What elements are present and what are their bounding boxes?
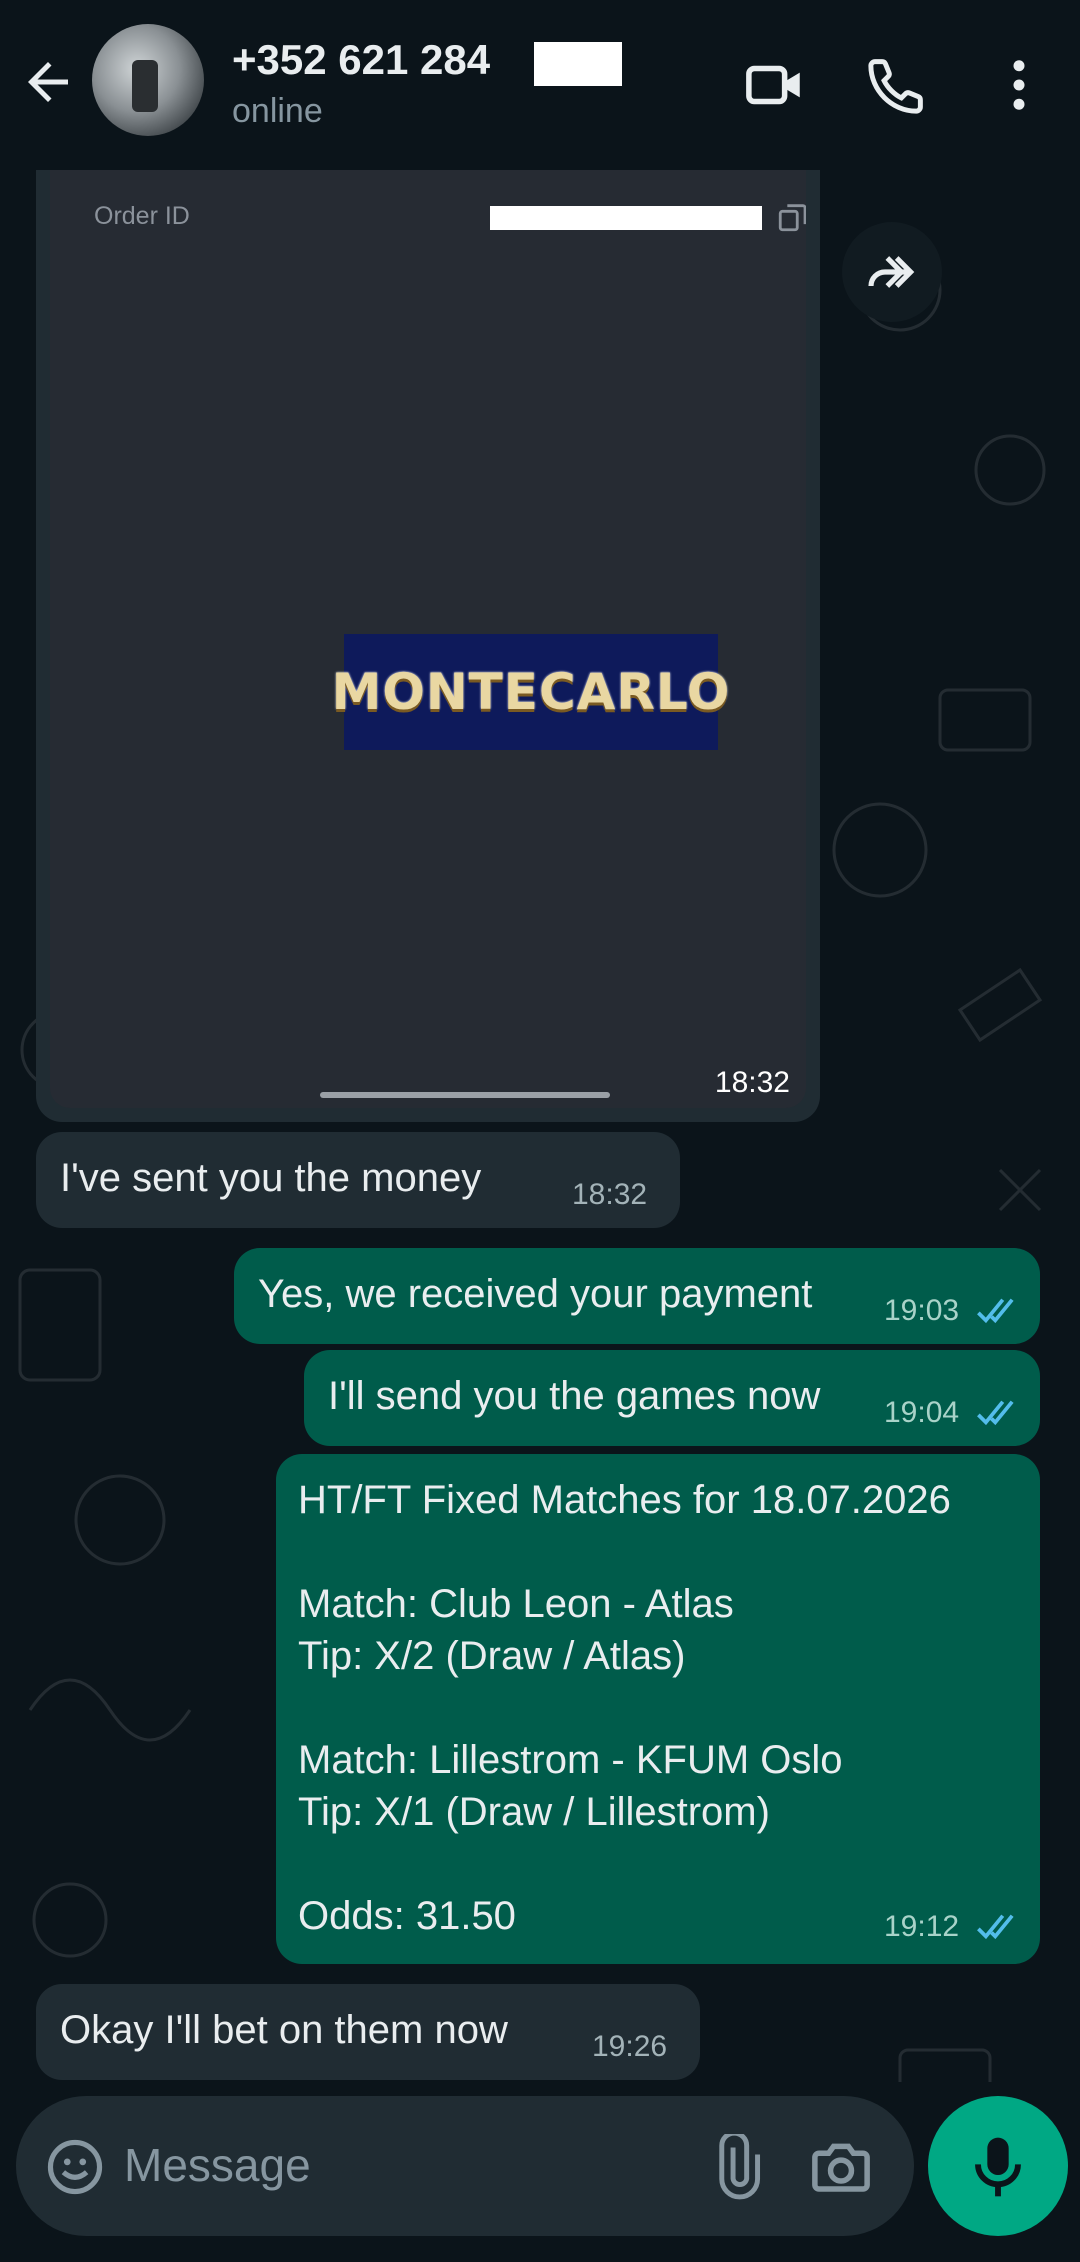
order-id-label: Order ID [94, 202, 190, 230]
forward-button[interactable] [842, 222, 942, 322]
double-check-icon [977, 1298, 1014, 1324]
incoming-message[interactable]: Okay I'll bet on them now 19:26 [36, 1984, 700, 2080]
text-line: Tip: X/1 (Draw / Lillestrom) [298, 1790, 770, 1834]
camera-icon[interactable] [808, 2134, 874, 2200]
montecarlo-logo: MONTECARLO [332, 634, 729, 750]
message-input-container[interactable]: Message [16, 2096, 914, 2236]
outgoing-message[interactable]: I'll send you the games now 19:04 [304, 1350, 1040, 1446]
text-line: Match: Club Leon - Atlas [298, 1582, 734, 1626]
text-line: Tip: X/2 (Draw / Atlas) [298, 1634, 686, 1678]
message-text: I've sent you the money [60, 1156, 482, 1200]
forward-icon [868, 256, 915, 288]
text-line: HT/FT Fixed Matches for 18.07.2026 [298, 1478, 951, 1522]
message-time: 19:26 [592, 2030, 668, 2063]
composer-bar: Message [0, 2082, 1080, 2262]
message-time: 19:12 [884, 1910, 960, 1943]
text-line: Match: Lillestrom - KFUM Oslo [298, 1738, 843, 1782]
message-input[interactable]: Message [124, 2138, 311, 2192]
message-text: Yes, we received your payment [258, 1272, 813, 1316]
mic-icon [975, 2137, 1021, 2197]
emoji-icon[interactable] [44, 2136, 106, 2198]
outgoing-message[interactable]: Yes, we received your payment 19:03 [234, 1248, 1040, 1344]
home-indicator [320, 1092, 610, 1098]
text-line: Odds: 31.50 [298, 1894, 516, 1938]
double-check-icon [977, 1914, 1014, 1940]
voice-message-button[interactable] [928, 2096, 1068, 2236]
message-time: 19:03 [884, 1294, 960, 1327]
message-text: Okay I'll bet on them now [60, 2008, 508, 2052]
image-message[interactable]: Order ID MONTECARLO 18:32 [36, 170, 820, 1122]
copy-icon [778, 204, 806, 232]
redaction-box [490, 206, 762, 230]
image-preview[interactable]: Order ID MONTECARLO [50, 170, 806, 1108]
message-time: 18:32 [714, 1066, 790, 1099]
message-text: HT/FT Fixed Matches for 18.07.2026 Match… [298, 1474, 951, 1942]
message-time: 18:32 [572, 1178, 648, 1211]
message-time: 19:04 [884, 1396, 960, 1429]
message-text: I'll send you the games now [328, 1374, 821, 1418]
outgoing-message[interactable]: HT/FT Fixed Matches for 18.07.2026 Match… [276, 1454, 1040, 1964]
double-check-icon [977, 1400, 1014, 1426]
incoming-message[interactable]: I've sent you the money 18:32 [36, 1132, 680, 1228]
attach-icon[interactable] [702, 2134, 768, 2200]
